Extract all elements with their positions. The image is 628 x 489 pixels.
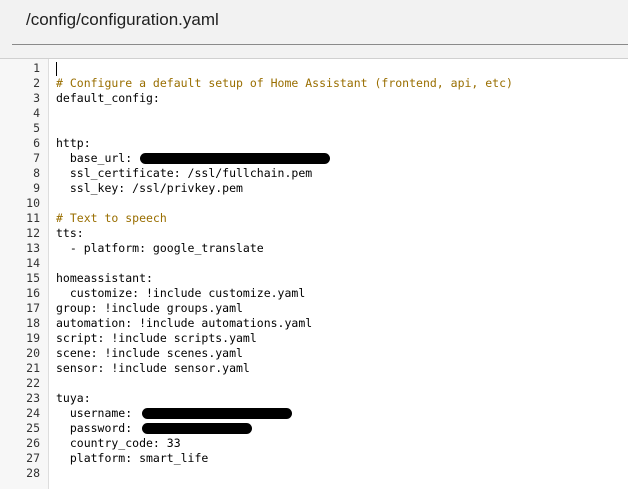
code-line[interactable]: 1 bbox=[0, 61, 628, 76]
line-number: 13 bbox=[26, 241, 40, 255]
line-number: 2 bbox=[33, 76, 40, 90]
line-text: sensor: !include sensor.yaml bbox=[56, 361, 250, 375]
code-line[interactable]: 19 script: !include scripts.yaml bbox=[0, 331, 628, 346]
code-line[interactable]: 15 homeassistant: bbox=[0, 271, 628, 286]
code-line[interactable]: 26 country_code: 33 bbox=[0, 436, 628, 451]
line-text: homeassistant: bbox=[56, 271, 153, 285]
code-line[interactable]: 2 # Configure a default setup of Home Ass… bbox=[0, 76, 628, 91]
code-line[interactable]: 27 platform: smart_life bbox=[0, 451, 628, 466]
line-number: 5 bbox=[33, 121, 40, 135]
line-text: - platform: google_translate bbox=[56, 241, 264, 255]
line-number: 10 bbox=[26, 196, 40, 210]
line-number: 20 bbox=[26, 346, 40, 360]
code-line[interactable]: 11 # Text to speech bbox=[0, 211, 628, 226]
code-line[interactable]: 3 default_config: bbox=[0, 91, 628, 106]
code-line[interactable]: 8 ssl_certificate: /ssl/fullchain.pem bbox=[0, 166, 628, 181]
code-line[interactable]: 10 bbox=[0, 196, 628, 211]
line-number: 24 bbox=[26, 406, 40, 420]
code-line[interactable]: 17 group: !include groups.yaml bbox=[0, 301, 628, 316]
line-text: tuya: bbox=[56, 391, 91, 405]
code-line[interactable]: 22 bbox=[0, 376, 628, 391]
line-text: # Text to speech bbox=[56, 211, 167, 225]
code-line[interactable]: 20 scene: !include scenes.yaml bbox=[0, 346, 628, 361]
line-text: automation: !include automations.yaml bbox=[56, 316, 313, 330]
line-number: 22 bbox=[26, 376, 40, 390]
line-text: password: bbox=[56, 421, 140, 435]
line-number: 12 bbox=[26, 226, 40, 240]
code-line[interactable]: 24 username: bbox=[0, 406, 628, 421]
text-cursor bbox=[56, 62, 57, 76]
line-number: 19 bbox=[26, 331, 40, 345]
file-path-title: /config/configuration.yaml bbox=[26, 10, 219, 29]
line-text: tts: bbox=[56, 226, 84, 240]
line-text: script: !include scripts.yaml bbox=[56, 331, 257, 345]
editor-header: /config/configuration.yaml bbox=[0, 0, 628, 58]
line-number: 9 bbox=[33, 181, 40, 195]
code-line[interactable]: 13 - platform: google_translate bbox=[0, 241, 628, 256]
line-text: base_url: bbox=[56, 151, 140, 165]
line-number: 3 bbox=[33, 91, 40, 105]
line-number: 26 bbox=[26, 436, 40, 450]
line-text: default_config: bbox=[56, 91, 160, 105]
line-number: 16 bbox=[26, 286, 40, 300]
code-line[interactable]: 6 http: bbox=[0, 136, 628, 151]
line-text: ssl_key: /ssl/privkey.pem bbox=[56, 181, 243, 195]
code-editor[interactable]: 1 2 # Configure a default setup of Home As… bbox=[0, 58, 628, 489]
line-number: 25 bbox=[26, 421, 40, 435]
code-line[interactable]: 25 password: bbox=[0, 421, 628, 436]
redaction-mark bbox=[140, 153, 330, 164]
code-line[interactable]: 28 bbox=[0, 466, 628, 481]
line-text: customize: !include customize.yaml bbox=[56, 286, 306, 300]
line-number: 27 bbox=[26, 451, 40, 465]
line-number: 23 bbox=[26, 391, 40, 405]
code-line[interactable]: 14 bbox=[0, 256, 628, 271]
title-underline bbox=[12, 44, 628, 45]
line-text: # Configure a default setup of Home Assi… bbox=[56, 76, 513, 90]
line-number: 15 bbox=[26, 271, 40, 285]
line-number: 8 bbox=[33, 166, 40, 180]
code-line[interactable]: 5 bbox=[0, 121, 628, 136]
redaction-mark bbox=[142, 408, 292, 419]
line-text: ssl_certificate: /ssl/fullchain.pem bbox=[56, 166, 313, 180]
line-number: 11 bbox=[26, 211, 40, 225]
code-line[interactable]: 4 bbox=[0, 106, 628, 121]
line-text: group: !include groups.yaml bbox=[56, 301, 243, 315]
line-number: 7 bbox=[33, 151, 40, 165]
line-number: 14 bbox=[26, 256, 40, 270]
line-text: country_code: 33 bbox=[56, 436, 181, 450]
line-number: 17 bbox=[26, 301, 40, 315]
line-number: 1 bbox=[33, 61, 40, 75]
line-number: 4 bbox=[33, 106, 40, 120]
line-text: platform: smart_life bbox=[56, 451, 209, 465]
code-line[interactable]: 16 customize: !include customize.yaml bbox=[0, 286, 628, 301]
code-line[interactable]: 12 tts: bbox=[0, 226, 628, 241]
code-line[interactable]: 23 tuya: bbox=[0, 391, 628, 406]
line-text: username: bbox=[56, 406, 140, 420]
line-number: 6 bbox=[33, 136, 40, 150]
code-line[interactable]: 18 automation: !include automations.yaml bbox=[0, 316, 628, 331]
line-number: 28 bbox=[26, 466, 40, 480]
code-line[interactable]: 9 ssl_key: /ssl/privkey.pem bbox=[0, 181, 628, 196]
redaction-mark bbox=[142, 423, 252, 434]
line-text: scene: !include scenes.yaml bbox=[56, 346, 243, 360]
line-number: 18 bbox=[26, 316, 40, 330]
line-number: 21 bbox=[26, 361, 40, 375]
code-line[interactable]: 21 sensor: !include sensor.yaml bbox=[0, 361, 628, 376]
line-text: http: bbox=[56, 136, 91, 150]
